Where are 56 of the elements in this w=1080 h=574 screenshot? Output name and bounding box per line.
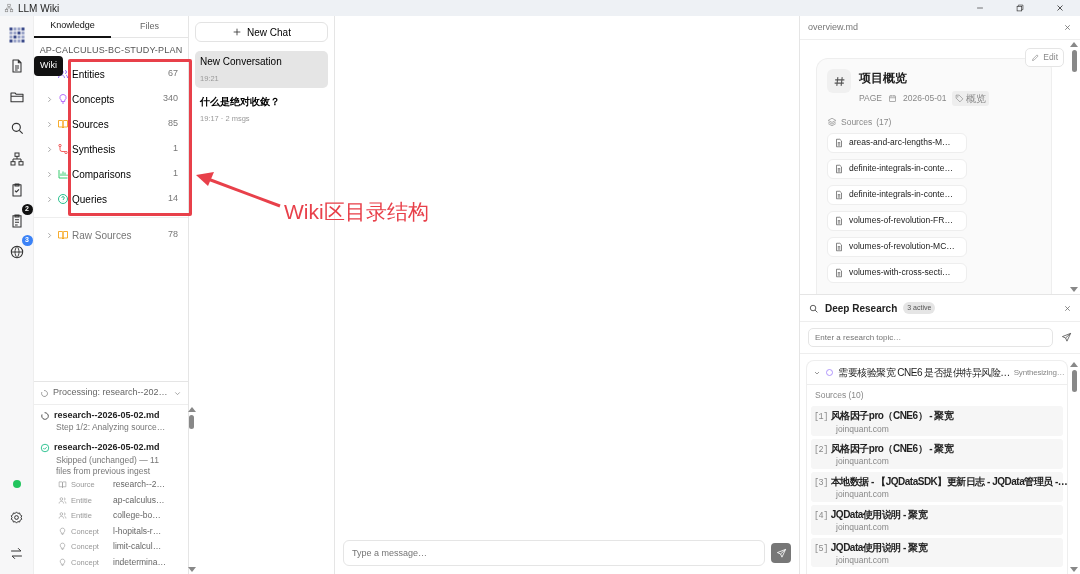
task-title: 需要核验聚宽 CNE6 是否提供特异风险…: [838, 366, 1010, 380]
item-count: 340: [162, 92, 178, 106]
entry-name: l-hopitals-r…: [113, 524, 162, 538]
tooltip: Wiki: [34, 56, 63, 76]
item-count: 67: [168, 67, 178, 81]
source-title: 风格因子pro（CNE6） - 聚宽: [830, 408, 954, 423]
category-label: Queries: [72, 192, 107, 207]
panel-title: Deep Research: [825, 301, 898, 316]
category-label: Entities: [72, 67, 105, 82]
status-text: Skipped (unchanged) — 11 files from previous ingest: [56, 454, 160, 477]
file-name: research--2026-05-02.md: [54, 408, 160, 422]
status-text: Step 1/2: Analyzing source…: [56, 422, 166, 434]
item-count: 1: [173, 167, 178, 181]
file-tab-title: overview.md: [808, 20, 859, 34]
category-label: Raw Sources: [72, 228, 132, 243]
sources-label: Sources: [841, 116, 873, 129]
entry-name: college-bo…: [113, 509, 161, 523]
source-index: [2]: [814, 443, 828, 457]
sources-label: Sources (10): [814, 389, 865, 402]
source-title: 风格因子pro（CNE6） - 聚宽: [830, 441, 954, 456]
source-domain: joinquant.com: [836, 489, 890, 500]
category-label: Comparisons: [72, 167, 131, 182]
item-count: 78: [168, 228, 178, 242]
source-title: JQData使用说明 - 聚宽: [830, 540, 928, 555]
source-title: JQData使用说明 - 聚宽: [830, 507, 928, 522]
source-domain: joinquant.com: [836, 456, 890, 467]
source-index: [5]: [814, 542, 828, 556]
item-count: 14: [168, 192, 178, 206]
source-domain: joinquant.com: [836, 555, 890, 566]
item-count: 85: [168, 117, 178, 131]
file-name: research--2026-05-02.md: [54, 441, 160, 455]
source-domain: joinquant.com: [836, 522, 890, 533]
category-label: Sources: [72, 117, 109, 132]
conversation-title: New Conversation: [200, 55, 283, 69]
window-title: LLM Wiki: [18, 1, 60, 16]
category-label: Concepts: [72, 92, 115, 107]
entry-name: ap-calculus…: [113, 493, 165, 507]
page-tag: 概览: [952, 91, 990, 106]
processing-label: Processing: research--202…: [53, 386, 168, 400]
project-name: AP-CALCULUS-BC-STUDY-PLAN: [38, 44, 184, 57]
page-title: 项目概览: [859, 70, 908, 87]
annotation-label: Wiki区目录结构: [284, 199, 429, 225]
source-index: [4]: [814, 509, 828, 523]
entry-name: research--2…: [113, 478, 165, 492]
entry-name: limit-calcul…: [113, 540, 162, 554]
sources-count: (17): [876, 116, 892, 129]
task-status: Synthesizing…: [1013, 366, 1065, 379]
source-index: [3]: [814, 476, 828, 490]
page-date: 2026-05-01: [903, 92, 947, 105]
category-label: Synthesis: [72, 142, 116, 157]
item-count: 1: [173, 142, 178, 156]
conversation-title: 什么是绝对收敛？: [200, 95, 281, 110]
source-domain: joinquant.com: [836, 423, 890, 434]
page-type: PAGE: [859, 92, 882, 105]
source-index: [1]: [814, 410, 828, 424]
entry-name: indetermina…: [113, 555, 166, 569]
